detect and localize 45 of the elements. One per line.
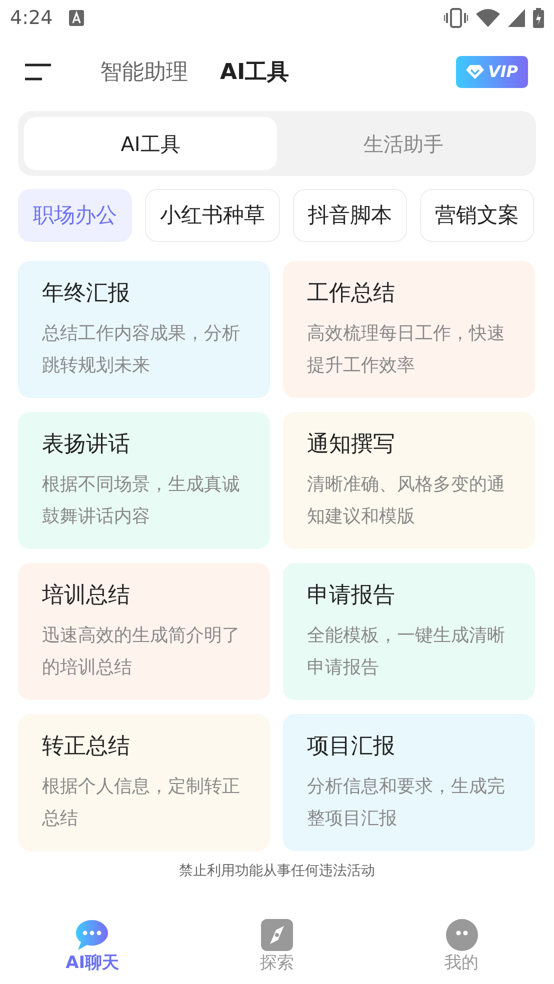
tool-card[interactable]: 申请报告 全能模板，一键生成清晰申请报告 (283, 563, 535, 700)
card-description: 分析信息和要求，生成完整项目汇报 (307, 775, 506, 831)
diamond-icon (466, 65, 484, 79)
card-title: 培训总结 (42, 582, 131, 610)
tool-card[interactable]: 项目汇报 分析信息和要求，生成完整项目汇报 (283, 714, 535, 851)
category-chip[interactable]: 营销文案 (420, 189, 534, 242)
card-title: 通知撰写 (307, 431, 396, 459)
footer-note: 禁止利用功能从事任何违法活动 (178, 862, 376, 881)
status-time: 4:24 (10, 6, 53, 31)
nav-tab[interactable]: AI聊天 (0, 918, 185, 978)
face-icon (446, 919, 478, 951)
card-title: 转正总结 (42, 733, 131, 761)
chat-bubble-icon (75, 919, 110, 951)
segment-tab[interactable]: AI工具 (24, 117, 277, 170)
card-title: 表扬讲话 (42, 431, 131, 459)
card-title: 工作总结 (307, 280, 396, 308)
menu-icon (24, 63, 52, 81)
card-description: 根据不同场景，生成真诚鼓舞讲话内容 (42, 473, 241, 529)
notification-icon (68, 10, 84, 26)
category-chip[interactable]: 小红书种草 (145, 189, 280, 242)
header-tab[interactable]: AI工具 (220, 56, 290, 88)
signal-icon (508, 9, 525, 27)
battery-icon (533, 8, 544, 28)
vibrate-icon (444, 8, 468, 28)
tool-card[interactable]: 培训总结 迅速高效的生成简介明了的培训总结 (18, 563, 270, 700)
wifi-icon (476, 9, 500, 27)
menu-button[interactable] (24, 63, 52, 81)
tool-card[interactable]: 转正总结 根据个人信息，定制转正总结 (18, 714, 270, 851)
tool-card[interactable]: 表扬讲话 根据不同场景，生成真诚鼓舞讲话内容 (18, 412, 270, 549)
card-title: 项目汇报 (307, 733, 396, 761)
card-description: 清晰准确、风格多变的通知建议和模版 (307, 473, 506, 529)
card-title: 申请报告 (307, 582, 396, 610)
card-description: 根据个人信息，定制转正总结 (42, 775, 241, 831)
card-description: 迅速高效的生成简介明了的培训总结 (42, 624, 241, 680)
tool-card[interactable]: 通知撰写 清晰准确、风格多变的通知建议和模版 (283, 412, 535, 549)
tool-card[interactable]: 工作总结 高效梳理每日工作，快速提升工作效率 (283, 261, 535, 398)
category-chip[interactable]: 抖音脚本 (293, 189, 407, 242)
compass-icon (261, 919, 293, 951)
card-description: 全能模板，一键生成清晰申请报告 (307, 624, 506, 680)
card-description: 总结工作内容成果，分析跳转规划未来 (42, 322, 241, 378)
card-title: 年终汇报 (42, 280, 131, 308)
header-tab[interactable]: 智能助理 (100, 56, 188, 88)
tool-card[interactable]: 年终汇报 总结工作内容成果，分析跳转规划未来 (18, 261, 270, 398)
category-chip[interactable]: 职场办公 (18, 189, 132, 242)
card-description: 高效梳理每日工作，快速提升工作效率 (307, 322, 506, 378)
